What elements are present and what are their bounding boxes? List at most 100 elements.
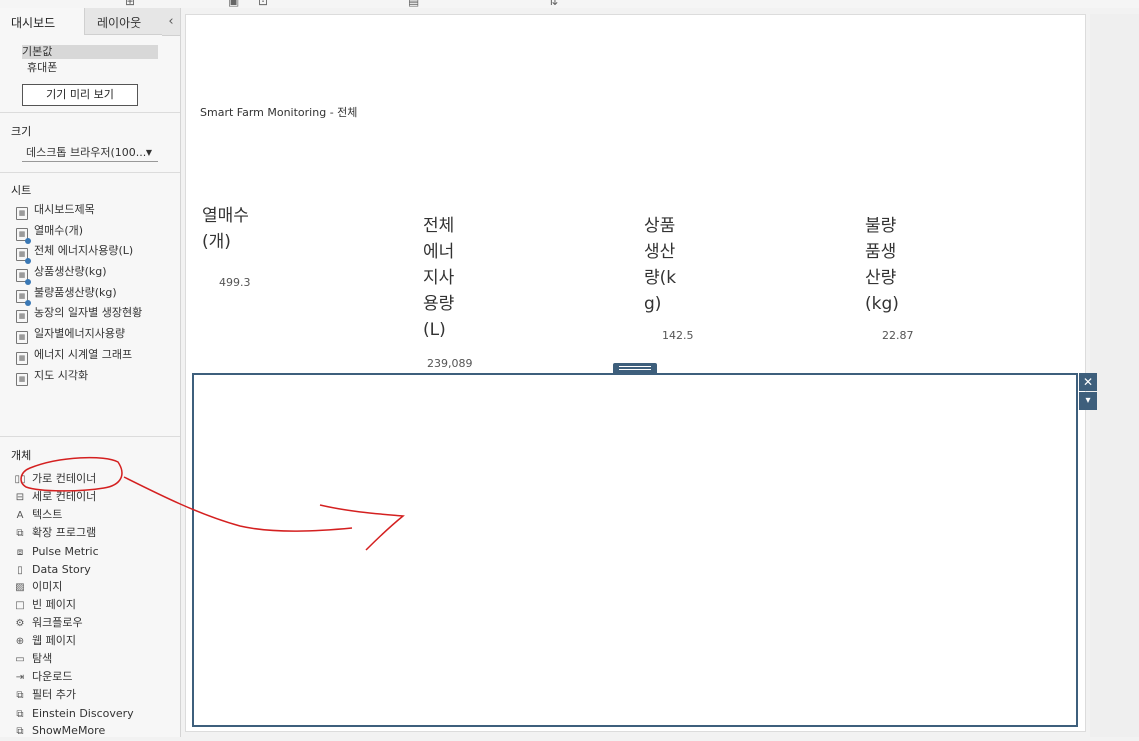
object-add-filter[interactable]: ⧉ 필터 추가 — [13, 686, 76, 704]
tab-layout[interactable]: 레이아웃 — [84, 8, 162, 35]
add-icon[interactable]: ⊞ — [125, 0, 135, 8]
horizontal-container-icon: ▯▯ — [14, 474, 26, 485]
object-label: 필터 추가 — [32, 688, 76, 701]
object-label: ShowMeMore — [32, 724, 106, 737]
sheet-item[interactable]: ▦ 상품생산량(kg) — [16, 263, 107, 285]
object-label: 탐색 — [32, 652, 53, 665]
more-options-icon[interactable]: ▾ — [1079, 392, 1097, 410]
pulse-metric-icon: ⧈ — [16, 547, 24, 558]
object-data-story[interactable]: ▯ Data Story — [13, 561, 91, 579]
sheet-in-use-icon: ▦ — [16, 228, 31, 244]
object-horizontal-container[interactable]: ▯▯ 가로 컨테이너 — [13, 470, 96, 488]
object-label: 이미지 — [32, 580, 63, 593]
object-label: 다운로드 — [32, 670, 73, 683]
sheet-label: 대시보드제목 — [34, 203, 95, 216]
size-section-title: 크기 — [11, 125, 32, 138]
object-label: Pulse Metric — [32, 545, 99, 558]
object-label: Einstein Discovery — [32, 707, 134, 720]
sheet-icon: ▦ — [16, 310, 28, 323]
object-showmemore[interactable]: ⧉ ShowMeMore — [13, 722, 105, 740]
device-default[interactable]: 기본값 — [22, 45, 158, 59]
chevron-left-icon[interactable]: ‹ — [162, 8, 180, 36]
object-navigation[interactable]: ▭ 탐색 — [13, 650, 52, 668]
sort-icon[interactable]: ⇅ — [548, 0, 558, 8]
divider — [0, 112, 180, 113]
sheet-icon: ▦ — [16, 207, 28, 220]
sheet-label: 열매수(개) — [34, 224, 84, 237]
horizontal-container[interactable] — [192, 373, 1078, 727]
object-label: 세로 컨테이너 — [32, 490, 97, 503]
object-pulse-metric[interactable]: ⧈ Pulse Metric — [13, 543, 99, 561]
object-label: 웹 페이지 — [32, 634, 76, 647]
device-preview-button[interactable]: 기기 미리 보기 — [22, 84, 138, 106]
sheet-label: 지도 시각화 — [34, 369, 89, 382]
divider — [0, 436, 180, 437]
extension-icon: ⧉ — [16, 690, 24, 701]
object-label: 워크플로우 — [32, 616, 83, 629]
sheet-label: 일자별에너지사용량 — [34, 327, 126, 340]
kpi-title-energy: 전체에너지사용량(L) — [423, 216, 455, 340]
object-label: 확장 프로그램 — [32, 526, 97, 539]
object-vertical-container[interactable]: ⊟ 세로 컨테이너 — [13, 488, 96, 506]
sheet-icon: ▦ — [16, 331, 28, 344]
sheets-section-title: 시트 — [11, 184, 32, 197]
sheet-in-use-icon: ▦ — [16, 269, 31, 285]
objects-section-title: 개체 — [11, 449, 32, 462]
extension-icon: ⧉ — [16, 726, 24, 737]
web-page-icon: ⊕ — [15, 636, 25, 647]
navigation-icon: ▭ — [15, 654, 25, 665]
sheet-item[interactable]: ▦ 일자별에너지사용량 — [16, 325, 126, 344]
save-icon[interactable]: ▣ — [228, 0, 239, 8]
device-phone[interactable]: 휴대폰 — [27, 61, 57, 75]
text-icon: A — [16, 510, 24, 521]
object-image[interactable]: ▨ 이미지 — [13, 578, 62, 596]
dashboard-title: Smart Farm Monitoring - 전체 — [200, 106, 358, 119]
size-dropdown[interactable]: 데스크톱 브라우저(100... ▼ — [22, 144, 158, 162]
side-pane-tabs: 대시보드 레이아웃 ‹ — [0, 8, 180, 36]
object-extension[interactable]: ⧉ 확장 프로그램 — [13, 524, 96, 542]
kpi-value-defect: 22.87 — [882, 329, 914, 342]
object-einstein-discovery[interactable]: ⧉ Einstein Discovery — [13, 705, 134, 723]
sheet-label: 에너지 시계열 그래프 — [34, 348, 133, 361]
sheet-label: 전체 에너지사용량(L) — [34, 244, 134, 257]
kpi-title-defect: 불량품생산량(kg) — [865, 216, 899, 314]
sheet-item[interactable]: ▦ 대시보드제목 — [16, 201, 95, 220]
tab-dashboard[interactable]: 대시보드 — [0, 8, 84, 35]
workflow-icon: ⚙ — [15, 618, 25, 629]
kpi-value-fruit-count: 499.3 — [219, 276, 251, 289]
sheet-item[interactable]: ▦ 열매수(개) — [16, 222, 84, 244]
size-dropdown-value: 데스크톱 브라우저(100... — [26, 146, 147, 159]
object-label: 가로 컨테이너 — [32, 472, 97, 485]
data-source-icon[interactable]: ⊡ — [258, 0, 268, 8]
sheet-icon: ▦ — [16, 373, 28, 386]
object-label: 텍스트 — [32, 508, 63, 521]
object-text[interactable]: A 텍스트 — [13, 506, 63, 524]
toolbar: ⊞ ▣ ⊡ ▤ ⇅ — [0, 0, 1139, 8]
object-download[interactable]: ⇥ 다운로드 — [13, 668, 73, 686]
container-move-handle[interactable] — [613, 363, 657, 373]
sheet-item[interactable]: ▦ 농장의 일자별 생장현황 — [16, 304, 142, 323]
sheet-item[interactable]: ▦ 에너지 시계열 그래프 — [16, 346, 133, 365]
kpi-title-fruit-count: 열매수(개) — [202, 206, 249, 252]
image-icon: ▨ — [15, 582, 25, 593]
highlight-icon[interactable]: ▤ — [408, 0, 419, 8]
object-workflow[interactable]: ⚙ 워크플로우 — [13, 614, 83, 632]
extension-icon: ⧉ — [16, 528, 24, 539]
object-blank[interactable]: □ 빈 페이지 — [13, 596, 76, 614]
sheet-item[interactable]: ▦ 전체 에너지사용량(L) — [16, 242, 134, 264]
object-web-page[interactable]: ⊕ 웹 페이지 — [13, 632, 76, 650]
object-label: 빈 페이지 — [32, 598, 76, 611]
sheet-in-use-icon: ▦ — [16, 290, 31, 306]
vertical-container-icon: ⊟ — [15, 492, 25, 503]
blank-icon: □ — [15, 600, 25, 611]
sheet-item[interactable]: ▦ 지도 시각화 — [16, 367, 89, 386]
sheet-icon: ▦ — [16, 352, 28, 365]
download-icon: ⇥ — [15, 672, 25, 683]
close-icon[interactable]: ✕ — [1079, 373, 1097, 391]
sheet-item[interactable]: ▦ 불량품생산량(kg) — [16, 284, 117, 306]
object-label: Data Story — [32, 563, 91, 576]
sheet-label: 불량품생산량(kg) — [34, 286, 117, 299]
kpi-value-energy: 239,089 — [427, 357, 473, 370]
dropdown-arrow-icon: ▼ — [145, 148, 152, 157]
kpi-title-product: 상품생산량(kg) — [644, 216, 677, 314]
